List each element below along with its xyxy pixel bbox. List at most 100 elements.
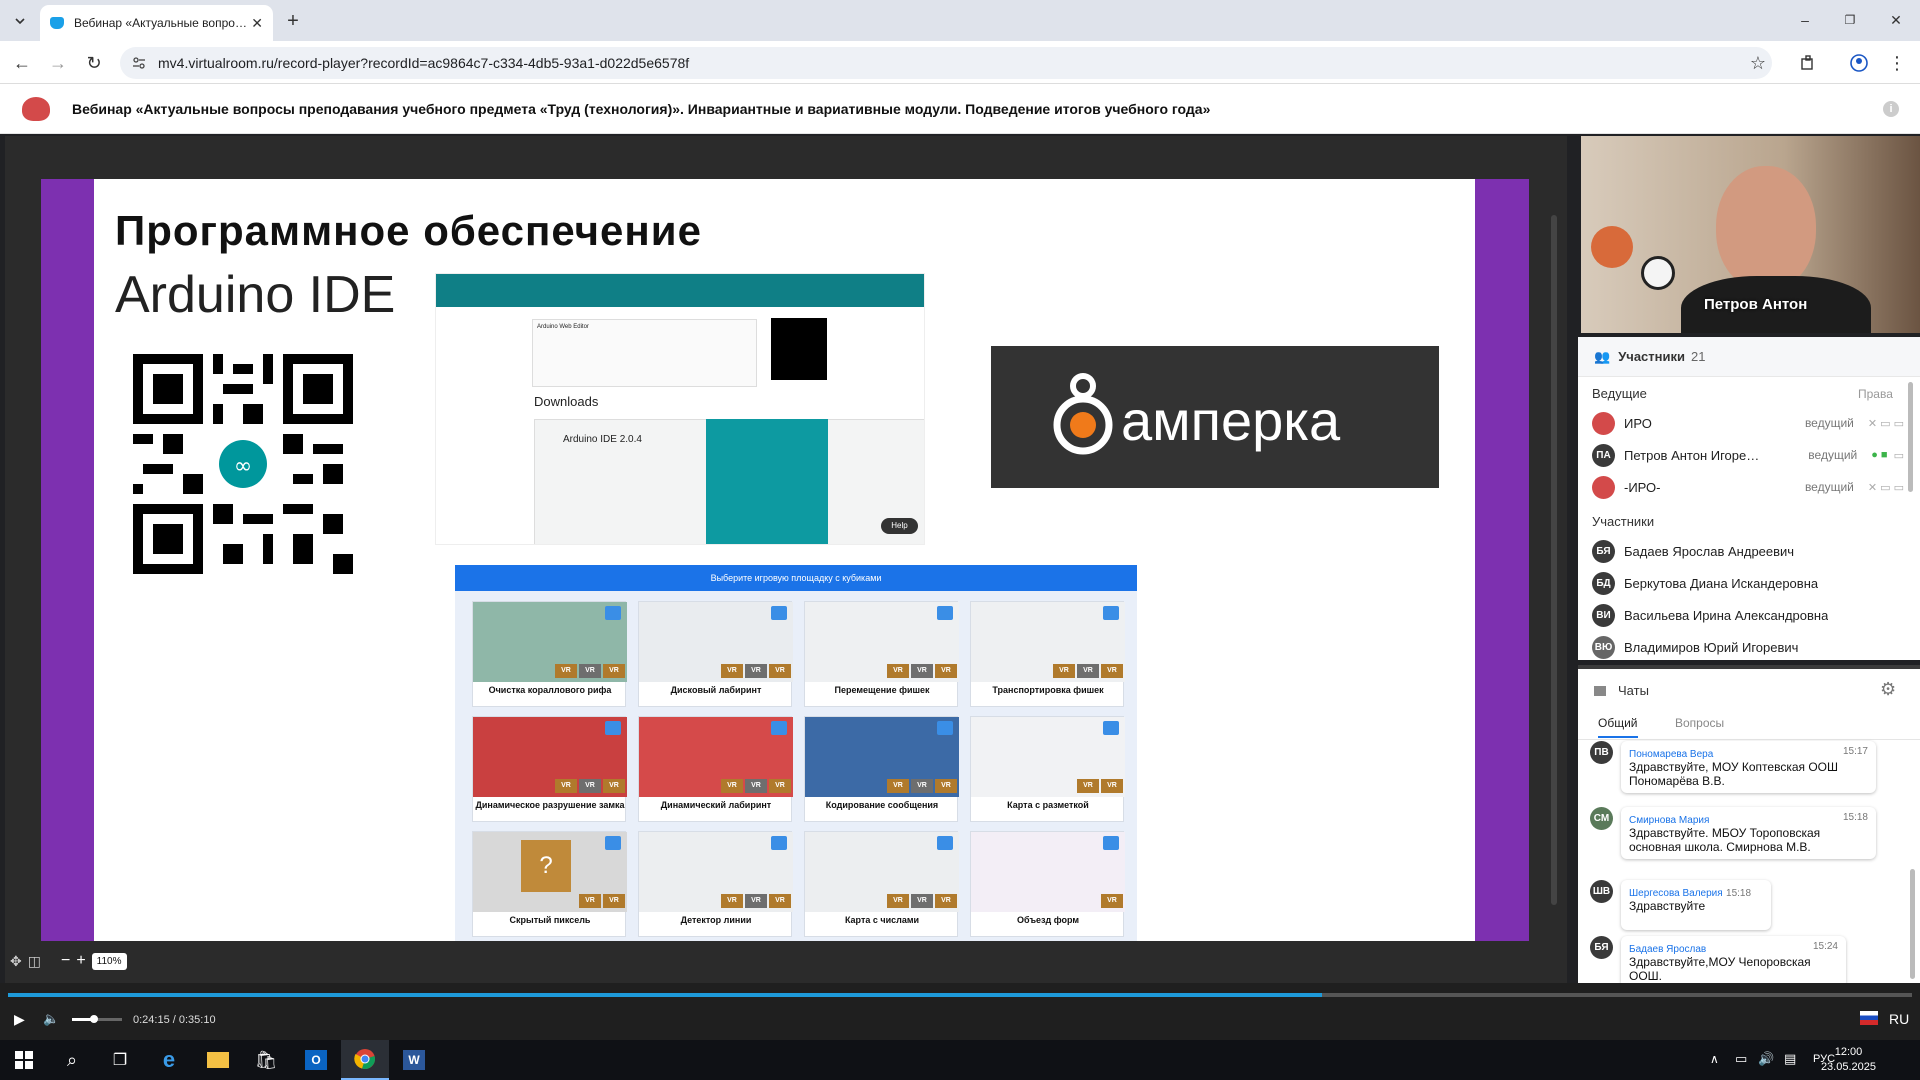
store-icon[interactable]: 🛍: [242, 1040, 290, 1080]
mic-on-icon: ● ■ ▭: [1871, 448, 1904, 462]
tab-general[interactable]: Общий: [1598, 716, 1638, 738]
language-label[interactable]: RU: [1889, 1011, 1909, 1027]
game-icon: [771, 721, 787, 735]
edge-icon[interactable]: e: [145, 1040, 193, 1080]
game-icon: [1103, 721, 1119, 735]
host-row[interactable]: ПА Петров Антон Игоревич ведущий ● ■ ▭: [1592, 439, 1904, 471]
member-name: Бадаев Ярослав Андреевич: [1624, 543, 1795, 559]
game-field-selector: Выберите игровую площадку с кубиками VR V…: [455, 565, 1137, 941]
chat-panel: Чаты ⚙ Общий Вопросы ПВ Пономарева Вера 1…: [1578, 665, 1920, 988]
game-card: VR VR Карта с разметкой: [970, 716, 1125, 822]
participants-panel: 👥 Участники 21 Ведущие Права ИРО ведущий…: [1578, 337, 1920, 660]
game-card: VR VR VR Транспортировка фишек: [970, 601, 1125, 707]
member-row[interactable]: ВЮ Владимиров Юрий Игоревич: [1592, 631, 1904, 663]
rights-label: Права: [1858, 387, 1893, 401]
member-name: Васильева Ирина Александровна: [1624, 607, 1829, 623]
host-name: ИРО: [1624, 415, 1652, 431]
game-label: Объезд форм: [1017, 915, 1079, 925]
zoom-in-button[interactable]: +: [76, 952, 85, 970]
avatar: ВИ: [1592, 603, 1615, 627]
task-view-icon[interactable]: ❐: [96, 1040, 144, 1080]
game-label: Динамический лабиринт: [660, 800, 772, 810]
game-icon: [937, 606, 953, 620]
gear-icon[interactable]: ⚙: [1880, 679, 1896, 700]
arduino-nav-bar: [436, 274, 924, 307]
game-icon: [605, 721, 621, 735]
avatar: СМ: [1590, 807, 1613, 830]
game-label: Дисковый лабиринт: [670, 685, 762, 695]
game-icon: [1103, 606, 1119, 620]
host-name: -ИРО-: [1624, 479, 1661, 495]
tab-title: Вебинар «Актуальные вопросы преподавания: [74, 16, 251, 30]
notification-icon[interactable]: ▤: [1784, 1051, 1796, 1067]
speaker-icon[interactable]: 🔊: [1758, 1051, 1774, 1067]
webinar-title: Вебинар «Актуальные вопросы преподавания…: [72, 100, 1211, 117]
info-icon[interactable]: i: [1883, 101, 1899, 117]
member-row[interactable]: БЯ Бадаев Ярослав Андреевич: [1592, 535, 1904, 567]
player-controls: ▶ 🔈 0:24:15 / 0:35:10 RU: [0, 983, 1920, 1040]
member-row[interactable]: БД Беркутова Диана Искандеровна: [1592, 567, 1904, 599]
zoom-out-button[interactable]: −: [61, 952, 70, 970]
game-card: VR VR VR Динамический лабиринт: [638, 716, 793, 822]
game-card: VR VR VR Очистка кораллового рифа: [472, 601, 627, 707]
network-icon[interactable]: ▭: [1735, 1051, 1747, 1067]
member-row[interactable]: ВИ Васильева Ирина Александровна: [1592, 599, 1904, 631]
new-tab-icon[interactable]: +: [282, 10, 304, 32]
restore-icon[interactable]: ❐: [1838, 8, 1862, 32]
slide-subtitle: Arduino IDE: [115, 266, 396, 324]
volume-handle[interactable]: [90, 1015, 98, 1023]
arduino-web-editor-card: Arduino Web Editor: [532, 319, 757, 387]
address-bar[interactable]: mv4.virtualroom.ru/record-player?recordI…: [120, 47, 1772, 79]
game-card: VR VR VR Динамическое разрушение замка: [472, 716, 627, 822]
start-icon[interactable]: [0, 1040, 48, 1080]
back-icon[interactable]: ←: [10, 51, 34, 75]
chrome-icon[interactable]: [341, 1040, 389, 1080]
word-icon[interactable]: W: [390, 1040, 438, 1080]
search-icon[interactable]: ⌕: [48, 1040, 96, 1080]
black-image: [771, 318, 827, 380]
chat-message: ПВ Пономарева Вера 15:17 Здравствуйте, МОУ…: [1590, 741, 1890, 793]
clock[interactable]: 12:00 23.05.2025: [1821, 1045, 1876, 1075]
tray-chevron-icon[interactable]: ∧: [1710, 1052, 1719, 1066]
tab-questions[interactable]: Вопросы: [1675, 716, 1724, 730]
play-icon[interactable]: ▶: [14, 1011, 25, 1028]
hosts-label: Ведущие: [1592, 386, 1647, 401]
menu-icon[interactable]: ⋮: [1886, 52, 1908, 74]
outlook-icon[interactable]: O: [292, 1040, 340, 1080]
game-icon: [771, 836, 787, 850]
downloads-heading: Downloads: [534, 394, 599, 409]
volume-icon[interactable]: 🔈: [43, 1011, 59, 1027]
slide-title: Программное обеспечение: [115, 207, 702, 254]
participants-icon: 👥: [1594, 348, 1611, 364]
avatar: БЯ: [1592, 539, 1615, 563]
window-close-icon[interactable]: ✕: [1884, 8, 1908, 32]
chat-scrollbar[interactable]: [1910, 869, 1915, 979]
bookmark-star-icon[interactable]: ☆: [1747, 52, 1769, 74]
tab-search-icon[interactable]: [8, 9, 32, 33]
minimize-icon[interactable]: –: [1793, 8, 1817, 32]
extensions-icon[interactable]: [1797, 52, 1819, 74]
tab-strip: Вебинар «Актуальные вопросы преподавания…: [0, 0, 1920, 41]
stage-scrollbar[interactable]: [1551, 215, 1557, 905]
site-info-icon[interactable]: [132, 56, 146, 70]
participants-scrollbar[interactable]: [1908, 382, 1913, 492]
chat-message: ШВ Шергесова Валерия 15:18 Здравствуйте: [1590, 880, 1890, 930]
flag-icon[interactable]: [1860, 1011, 1878, 1025]
download-options-panel: [706, 419, 828, 544]
move-icon[interactable]: ✥: [10, 953, 22, 970]
fit-icon[interactable]: ◫: [28, 953, 41, 970]
avatar: [1592, 475, 1615, 499]
tab-active[interactable]: Вебинар «Актуальные вопросы преподавания…: [40, 5, 273, 41]
member-name: Беркутова Диана Искандеровна: [1624, 575, 1819, 591]
participants-count: 21: [1691, 349, 1706, 364]
avatar: ПА: [1592, 443, 1615, 467]
host-row[interactable]: ИРО ведущий ✕ ▭ ▭: [1592, 407, 1904, 439]
close-icon[interactable]: ✕: [251, 15, 263, 32]
game-label: Карта с разметкой: [1007, 800, 1089, 810]
forward-icon[interactable]: →: [46, 51, 70, 75]
game-label: Карта с числами: [844, 915, 920, 925]
reload-icon[interactable]: ↻: [82, 51, 106, 75]
profile-icon[interactable]: [1848, 52, 1870, 74]
file-explorer-icon[interactable]: [194, 1040, 242, 1080]
host-row[interactable]: -ИРО- ведущий ✕ ▭ ▭: [1592, 471, 1904, 503]
